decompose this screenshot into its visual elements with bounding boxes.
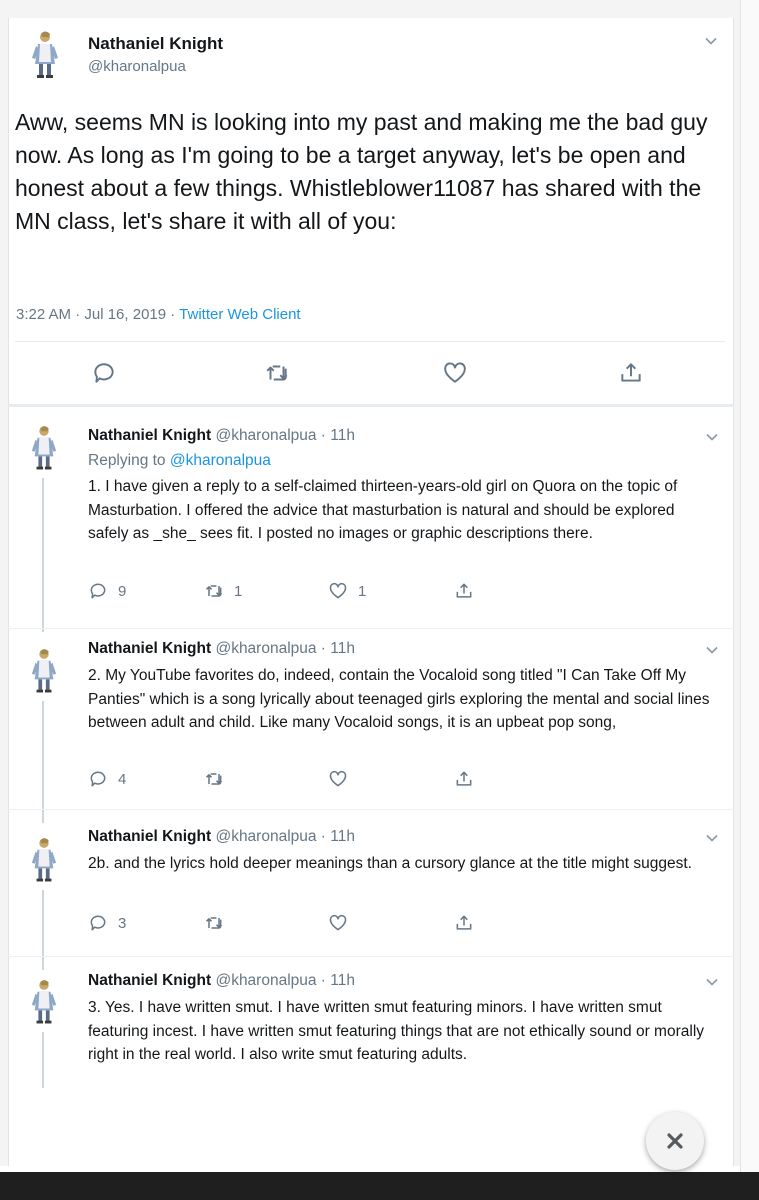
- like-count: 1: [358, 582, 367, 600]
- section-divider: [8, 404, 734, 407]
- divider: [8, 956, 734, 957]
- retweet-button[interactable]: 1: [204, 580, 242, 602]
- avatar[interactable]: [30, 836, 58, 884]
- retweet-button[interactable]: [204, 768, 224, 790]
- retweet-icon: [205, 917, 223, 929]
- reply-button[interactable]: 3: [88, 912, 126, 934]
- replying-to-label: Replying to: [88, 452, 170, 469]
- author-name[interactable]: Nathaniel Knight: [88, 972, 211, 989]
- close-icon: [667, 1133, 683, 1149]
- tweet-timestamp[interactable]: 3:22 AM · Jul 16, 2019 ·: [16, 306, 179, 323]
- thread-line: [42, 478, 44, 632]
- chevron-down-icon[interactable]: [704, 34, 718, 48]
- author-name[interactable]: Nathaniel Knight: [88, 427, 211, 444]
- share-button[interactable]: [454, 580, 474, 602]
- share-icon: [456, 915, 472, 930]
- author-name[interactable]: Nathaniel Knight: [88, 34, 223, 54]
- share-icon: [456, 771, 472, 786]
- reply-icon: [90, 583, 106, 599]
- reply-actions: 4: [88, 768, 488, 790]
- share-button[interactable]: [454, 912, 474, 934]
- tweet-meta: 3:22 AM · Jul 16, 2019 · Twitter Web Cli…: [16, 306, 301, 323]
- thread-line: [42, 701, 44, 823]
- divider: [8, 809, 734, 810]
- author-name[interactable]: Nathaniel Knight: [88, 828, 211, 845]
- reply-count: 9: [118, 582, 127, 600]
- reply-header: Nathaniel Knight @kharonalpua · 11h: [88, 640, 355, 658]
- like-icon: [329, 582, 347, 599]
- like-button[interactable]: [328, 912, 348, 934]
- reply-count: 4: [118, 770, 127, 788]
- share-button[interactable]: [454, 768, 474, 790]
- author-name[interactable]: Nathaniel Knight: [88, 640, 211, 657]
- close-button[interactable]: [646, 1112, 704, 1170]
- author-handle[interactable]: @kharonalpua: [88, 58, 186, 75]
- share-icon[interactable]: [618, 360, 644, 386]
- tweet-actions: [8, 360, 734, 390]
- tweet-text: Aww, seems MN is looking into my past an…: [15, 109, 708, 234]
- reply-actions: 3: [88, 912, 488, 934]
- retweet-button[interactable]: [204, 912, 224, 934]
- thread-line: [42, 890, 44, 970]
- avatar-figure-icon: [31, 980, 57, 1024]
- reply-icon: [90, 771, 106, 787]
- author-handle[interactable]: @kharonalpua · 11h: [215, 828, 355, 845]
- bottom-border: [0, 1172, 759, 1200]
- reply-header: Nathaniel Knight @kharonalpua · 11h: [88, 972, 355, 990]
- avatar[interactable]: [30, 647, 58, 695]
- divider: [8, 628, 734, 629]
- reply-icon: [90, 915, 106, 931]
- like-button[interactable]: 1: [328, 580, 366, 602]
- reply-button[interactable]: 9: [88, 580, 126, 602]
- retweet-icon: [205, 585, 223, 597]
- reply-text: 2b. and the lyrics hold deeper meanings …: [88, 855, 692, 872]
- retweet-count: 1: [234, 582, 243, 600]
- author-handle[interactable]: @kharonalpua · 11h: [215, 640, 355, 657]
- chevron-down-icon[interactable]: [705, 831, 719, 845]
- mention-link[interactable]: @kharonalpua: [170, 452, 271, 469]
- avatar-figure-icon: [32, 31, 58, 78]
- chevron-down-icon[interactable]: [705, 643, 719, 657]
- reply-text: 2. My YouTube favorites do, indeed, cont…: [88, 667, 710, 731]
- reply-header: Nathaniel Knight @kharonalpua · 11h: [88, 427, 355, 445]
- scrollbar[interactable]: [740, 0, 759, 1180]
- chevron-down-icon[interactable]: [705, 430, 719, 444]
- reply-text: 3. Yes. I have written smut. I have writ…: [88, 999, 705, 1063]
- like-button[interactable]: [328, 768, 348, 790]
- screenshot-frame: Nathaniel Knight @kharonalpua Aww, seems…: [0, 0, 759, 1200]
- reply-button[interactable]: 4: [88, 768, 126, 790]
- retweet-icon: [205, 773, 223, 785]
- reply-text: 1. I have given a reply to a self-claime…: [88, 478, 678, 542]
- reply-actions: 9 1 1: [88, 580, 488, 602]
- like-icon[interactable]: [442, 360, 468, 386]
- reply-icon[interactable]: [91, 360, 117, 386]
- retweet-icon[interactable]: [264, 360, 290, 386]
- reply-header: Nathaniel Knight @kharonalpua · 11h: [88, 828, 355, 846]
- like-icon: [329, 914, 347, 931]
- avatar-figure-icon: [31, 649, 57, 693]
- tweet-client-link[interactable]: Twitter Web Client: [179, 306, 300, 323]
- replying-to: Replying to @kharonalpua: [88, 452, 271, 470]
- avatar[interactable]: [30, 978, 58, 1026]
- like-icon: [329, 770, 347, 787]
- reply-count: 3: [118, 914, 127, 932]
- avatar[interactable]: [30, 424, 58, 472]
- thread-line: [42, 1032, 44, 1088]
- avatar-figure-icon: [31, 838, 57, 882]
- share-icon: [456, 583, 472, 598]
- author-handle[interactable]: @kharonalpua · 11h: [215, 427, 355, 444]
- avatar-figure-icon: [31, 426, 57, 470]
- author-handle[interactable]: @kharonalpua · 11h: [215, 972, 355, 989]
- avatar[interactable]: [30, 30, 60, 80]
- divider: [15, 341, 725, 342]
- chevron-down-icon[interactable]: [705, 975, 719, 989]
